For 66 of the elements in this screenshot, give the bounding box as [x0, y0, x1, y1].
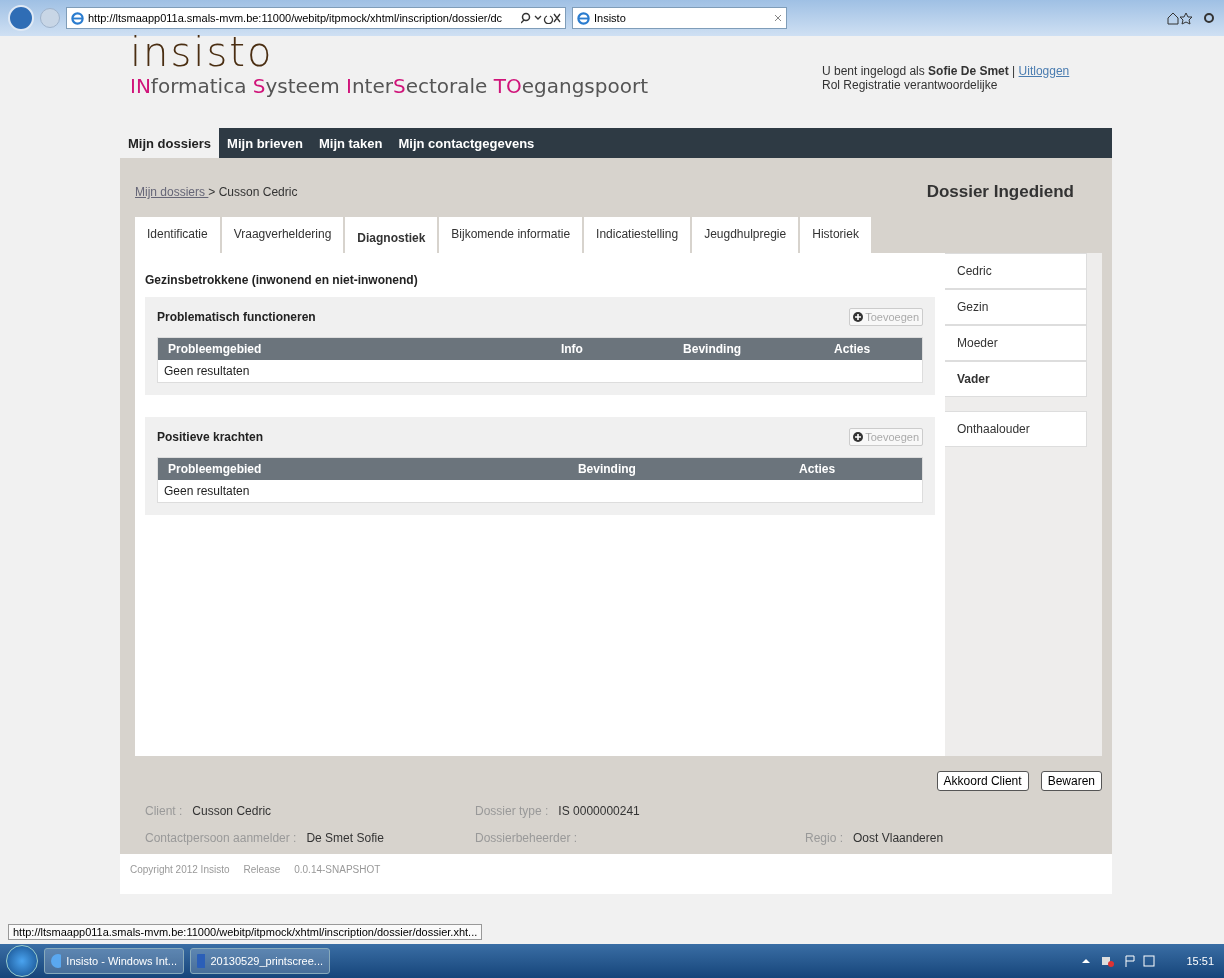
start-button[interactable] — [6, 945, 38, 977]
tab[interactable]: Bijkomende informatie — [439, 217, 583, 253]
column-header: Probleemgebied — [157, 337, 502, 360]
nav-menu-item[interactable]: Mijn contactgegevens — [390, 128, 543, 158]
column-header: Info — [501, 337, 642, 360]
status-url: http://ltsmaapp011a.smals-mvm.be:11000/webitp/itpmock/xhtml/inscription/dossier/dossier.xht... — [8, 924, 483, 940]
empty-message: Geen resultaten — [157, 360, 923, 383]
field-label: Client : — [145, 804, 183, 820]
browser-icon — [51, 954, 62, 968]
field-label: Dossierbeheerder : — [475, 831, 578, 847]
toolbar-icons-drawing[interactable] — [1166, 11, 1216, 25]
field-label: Dossier type : — [475, 804, 549, 820]
login-info: U bent ingelogd als Sofie De Smet | Uitloggen — [822, 64, 1071, 78]
tab[interactable]: Indicatiestelling — [584, 217, 691, 253]
field-value: Oost Vlaanderen — [853, 831, 944, 847]
tab[interactable]: Diagnostiek — [345, 217, 438, 253]
close-icon[interactable] — [774, 14, 782, 22]
plus-icon — [853, 312, 864, 322]
footer-text: Release — [243, 864, 281, 877]
column-header: Probleemgebied — [157, 457, 502, 480]
side-menu-item[interactable]: Gezin — [945, 289, 1087, 325]
back-button[interactable] — [8, 5, 34, 31]
field-value: Cusson Cedric — [192, 804, 272, 820]
field-label: Regio : — [805, 831, 844, 847]
field-value: De Smet Sofie — [306, 831, 384, 847]
field-value: IS 0000000241 — [558, 804, 640, 820]
section-title: Gezinsbetrokkene (inwonend en niet-inwonend) — [145, 273, 419, 287]
action-button[interactable]: Akkoord Client — [936, 771, 1029, 791]
nav-menu-item[interactable]: Mijn brieven — [219, 128, 311, 158]
dossier-status: Dossier Ingediend — [926, 182, 1074, 202]
tagline: INformatica Systeem InterSectorale TOegangspoort — [130, 74, 648, 98]
side-menu-item[interactable]: Cedric — [945, 253, 1087, 289]
empty-message: Geen resultaten — [157, 480, 923, 503]
role-text: Rol Registratie verantwoordelijke — [822, 78, 999, 92]
breadcrumb: Mijn dossiers > Cusson Cedric — [135, 185, 298, 199]
column-header: Acties — [782, 337, 923, 360]
tab[interactable]: Identificatie — [135, 217, 220, 253]
nav-menu-item[interactable]: Mijn taken — [310, 128, 391, 158]
tab[interactable]: Jeugdhulpregie — [692, 217, 799, 253]
footer-text: 0.0.14-SNAPSHOT — [294, 864, 381, 877]
clock: 15:51 — [1186, 955, 1214, 967]
browser-icon — [577, 11, 590, 25]
document-icon — [197, 954, 206, 968]
address-bar[interactable]: http://ltsmaapp011a.smals-mvm.be:11000/webitp/itpmock/xhtml/inscription/dossier/dc — [66, 7, 566, 29]
side-menu-item[interactable]: Moeder — [945, 325, 1087, 361]
column-header: Bevinding — [501, 457, 713, 480]
nav-menu-item[interactable]: Mijn dossiers — [120, 128, 220, 158]
column-header: Acties — [712, 457, 923, 480]
breadcrumb-link[interactable]: Mijn dossiers — [135, 185, 209, 199]
taskbar-button[interactable]: 20130529_printscree... — [190, 948, 330, 974]
logout-link[interactable]: Uitloggen — [1018, 64, 1070, 78]
side-menu-item[interactable]: Onthaalouder — [945, 411, 1087, 447]
taskbar-button[interactable]: Insisto - Windows Int... — [44, 948, 184, 974]
browser-tab[interactable]: Insisto — [572, 7, 787, 29]
panel-title: Positieve krachten — [157, 430, 264, 444]
panel-title: Problematisch functioneren — [157, 310, 316, 324]
browser-icon — [71, 11, 84, 25]
side-menu-item[interactable]: Vader — [945, 361, 1087, 397]
plus-icon — [853, 432, 864, 442]
logo: insisto — [130, 30, 275, 74]
footer-text: Copyright 2012 Insisto — [130, 864, 230, 877]
column-header: Bevinding — [642, 337, 783, 360]
field-label: Contactpersoon aanmelder : — [145, 831, 297, 847]
tab[interactable]: Historiek — [800, 217, 871, 253]
tab[interactable]: Vraagverheldering — [221, 217, 344, 253]
action-button[interactable]: Bewaren — [1040, 771, 1102, 791]
